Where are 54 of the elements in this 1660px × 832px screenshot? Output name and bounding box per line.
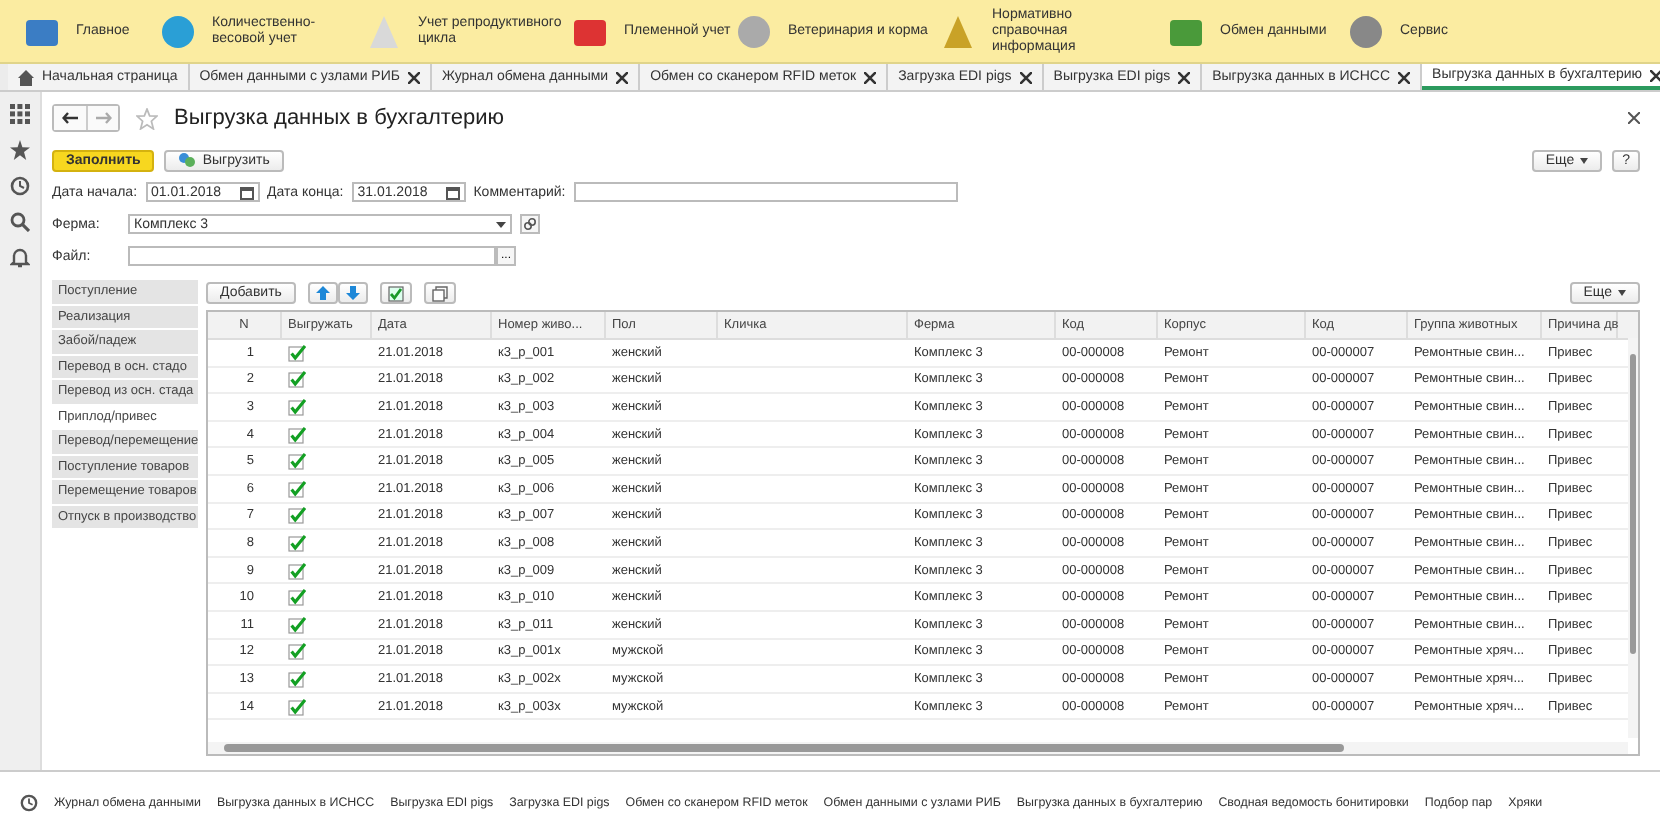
checkbox[interactable] bbox=[288, 397, 306, 416]
close-icon[interactable] bbox=[1628, 112, 1640, 124]
search-icon[interactable] bbox=[10, 212, 30, 232]
checkbox[interactable] bbox=[288, 697, 306, 716]
checkbox[interactable] bbox=[288, 561, 306, 580]
star-icon[interactable] bbox=[10, 140, 30, 160]
menu-icon[interactable] bbox=[10, 104, 30, 124]
close-icon[interactable] bbox=[1398, 71, 1411, 83]
right-arrow-icon bbox=[95, 112, 111, 124]
move-up-button[interactable] bbox=[307, 282, 338, 304]
link-icon bbox=[524, 218, 536, 230]
checkbox[interactable] bbox=[288, 642, 306, 661]
close-icon[interactable] bbox=[864, 71, 877, 83]
comment-field[interactable] bbox=[573, 182, 958, 202]
scrollbar-thumb[interactable] bbox=[1630, 354, 1636, 654]
move-down-button[interactable] bbox=[337, 282, 368, 304]
close-icon[interactable] bbox=[616, 71, 629, 83]
checkbox[interactable] bbox=[288, 452, 306, 471]
close-icon[interactable] bbox=[1650, 69, 1660, 81]
up-arrow-icon bbox=[315, 286, 330, 300]
checkbox[interactable] bbox=[288, 370, 306, 389]
checkmark-icon bbox=[387, 285, 404, 301]
checkbox[interactable] bbox=[288, 506, 306, 525]
checkbox[interactable] bbox=[288, 669, 306, 688]
checkbox[interactable] bbox=[288, 479, 306, 498]
back-button[interactable] bbox=[54, 106, 86, 130]
checkbox[interactable] bbox=[288, 425, 306, 444]
export-icon bbox=[178, 152, 197, 168]
checkbox[interactable] bbox=[288, 615, 306, 634]
bell-icon[interactable] bbox=[10, 248, 30, 268]
down-arrow-icon bbox=[345, 286, 360, 300]
caret-icon bbox=[1618, 290, 1626, 296]
dropdown-icon[interactable] bbox=[496, 221, 506, 227]
form-title: Выгрузка данных в бухгалтерию bbox=[174, 106, 504, 130]
open-button[interactable] bbox=[520, 214, 540, 234]
close-icon[interactable] bbox=[1019, 71, 1032, 83]
close-icon[interactable] bbox=[1178, 71, 1191, 83]
left-arrow-icon bbox=[62, 112, 78, 124]
copy-icon bbox=[431, 285, 448, 301]
star-icon[interactable] bbox=[136, 107, 158, 129]
file-field[interactable] bbox=[128, 246, 496, 266]
calendar-icon[interactable] bbox=[445, 185, 460, 199]
history-icon[interactable] bbox=[10, 176, 30, 196]
checkbox[interactable] bbox=[288, 533, 306, 552]
close-icon[interactable] bbox=[407, 71, 420, 83]
calendar-icon[interactable] bbox=[239, 185, 254, 199]
scrollbar-thumb[interactable] bbox=[224, 744, 1344, 752]
history-icon[interactable] bbox=[20, 793, 38, 811]
copy-button[interactable] bbox=[423, 282, 456, 304]
checkbox[interactable] bbox=[288, 588, 306, 607]
home-icon bbox=[18, 69, 34, 85]
check-all-button[interactable] bbox=[379, 282, 412, 304]
checkbox[interactable] bbox=[288, 343, 306, 362]
caret-icon bbox=[1580, 157, 1589, 163]
